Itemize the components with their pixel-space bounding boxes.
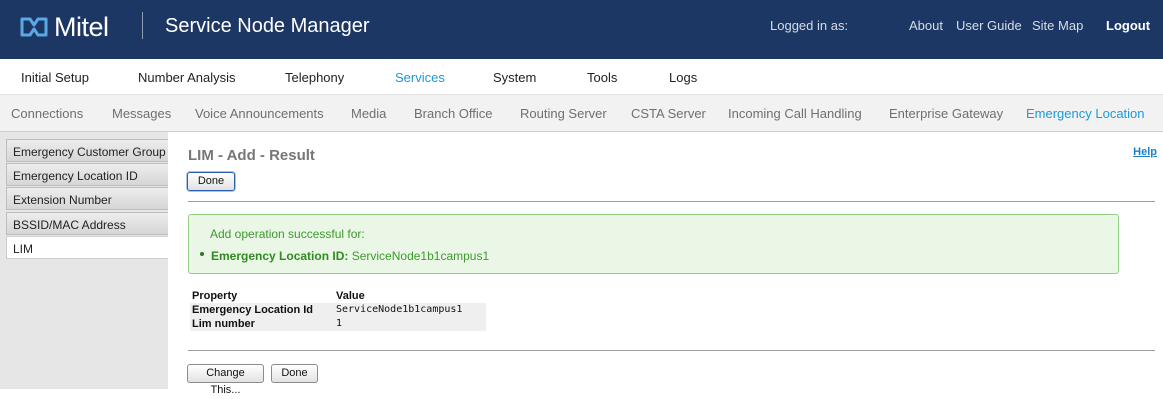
divider-top (188, 201, 1155, 202)
subnav-incoming-call-handling[interactable]: Incoming Call Handling (728, 106, 862, 121)
nav-initial-setup[interactable]: Initial Setup (21, 70, 89, 85)
sub-navigation: Connections Messages Voice Announcements… (0, 95, 1163, 131)
logout-link[interactable]: Logout (1106, 18, 1150, 33)
success-item-label: Emergency Location ID: (211, 249, 349, 263)
success-item-value: ServiceNode1b1campus1 (351, 249, 490, 263)
about-link[interactable]: About (909, 18, 943, 33)
success-message-box: Add operation successful for: Emergency … (188, 214, 1119, 274)
bullet-icon (200, 252, 204, 256)
sidebar-item-lim[interactable]: LIM (6, 236, 168, 259)
column-header-value: Value (336, 290, 365, 302)
column-header-property: Property (192, 290, 238, 302)
main-content: LIM - Add - Result Help Done Add operati… (168, 131, 1163, 396)
sidebar-item-bssid-mac-address[interactable]: BSSID/MAC Address (6, 212, 168, 235)
done-button-bottom[interactable]: Done (271, 364, 318, 383)
app-title: Service Node Manager (165, 15, 370, 37)
sidebar-item-extension-number[interactable]: Extension Number (6, 187, 168, 210)
top-header-bar: Mitel Service Node Manager Logged in as:… (0, 0, 1163, 59)
main-navigation: Initial Setup Number Analysis Telephony … (0, 59, 1163, 95)
sidebar-item-emergency-location-id[interactable]: Emergency Location ID (6, 163, 168, 186)
subnav-branch-office[interactable]: Branch Office (414, 106, 493, 121)
user-guide-link[interactable]: User Guide (956, 18, 1022, 33)
subnav-voice-announcements[interactable]: Voice Announcements (195, 106, 324, 121)
nav-number-analysis[interactable]: Number Analysis (138, 70, 236, 85)
property-value: 1 (336, 318, 343, 329)
nav-logs[interactable]: Logs (669, 70, 697, 85)
done-button-top[interactable]: Done (187, 172, 235, 191)
table-header-row: Property Value (190, 289, 486, 303)
nav-system[interactable]: System (493, 70, 536, 85)
subnav-messages[interactable]: Messages (112, 106, 171, 121)
logged-in-label: Logged in as: (770, 18, 849, 33)
nav-telephony[interactable]: Telephony (285, 70, 344, 85)
property-name: Emergency Location Id (192, 304, 314, 316)
property-value: ServiceNode1b1campus1 (336, 304, 463, 315)
sidebar-item-emergency-customer-group[interactable]: Emergency Customer Group (6, 139, 168, 162)
table-row: Emergency Location Id ServiceNode1b1camp… (190, 303, 486, 317)
logo-text: Mitel (54, 11, 109, 42)
change-this-button[interactable]: Change This... (187, 364, 264, 396)
property-name: Lim number (192, 318, 255, 330)
page-title: LIM - Add - Result (188, 147, 315, 164)
subnav-emergency-location[interactable]: Emergency Location (1026, 106, 1145, 121)
subnav-media[interactable]: Media (351, 106, 386, 121)
subnav-routing-server[interactable]: Routing Server (520, 106, 607, 121)
success-message: Add operation successful for: (210, 227, 365, 241)
nav-tools[interactable]: Tools (587, 70, 617, 85)
subnav-connections[interactable]: Connections (11, 106, 83, 121)
help-link[interactable]: Help (1133, 146, 1157, 158)
table-row: Lim number 1 (190, 317, 486, 331)
nav-services[interactable]: Services (395, 70, 445, 85)
title-divider (142, 12, 143, 39)
mitel-logo[interactable]: Mitel (20, 12, 109, 42)
subnav-csta-server[interactable]: CSTA Server (631, 106, 706, 121)
subnav-enterprise-gateway[interactable]: Enterprise Gateway (889, 106, 1003, 121)
divider-bottom (188, 350, 1155, 351)
site-map-link[interactable]: Site Map (1032, 18, 1083, 33)
success-item: Emergency Location ID: ServiceNode1b1cam… (211, 249, 489, 263)
properties-table: Property Value Emergency Location Id Ser… (190, 289, 486, 331)
mitel-logo-icon (20, 17, 48, 37)
sidebar: Emergency Customer Group Emergency Locat… (0, 131, 168, 389)
